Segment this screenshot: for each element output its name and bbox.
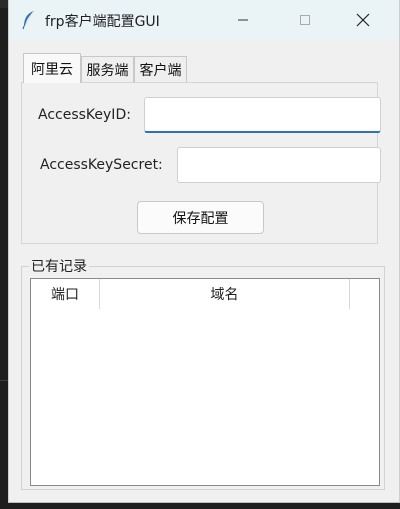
column-header-label: 域名 bbox=[210, 287, 239, 303]
column-header-domain[interactable]: 域名 bbox=[100, 279, 350, 309]
tab-panel-aliyun: AccessKeyID: AccessKeySecret: 保存配置 bbox=[21, 82, 381, 244]
access-key-id-label: AccessKeyID: bbox=[38, 107, 131, 123]
column-header-port[interactable]: 端口 bbox=[31, 279, 100, 309]
feather-icon bbox=[22, 11, 34, 30]
records-group-title: 已有记录 bbox=[29, 256, 89, 276]
background-divider bbox=[0, 380, 8, 381]
maximize-button[interactable] bbox=[282, 0, 328, 40]
tab-server[interactable]: 服务端 bbox=[81, 56, 134, 82]
tab-client[interactable]: 客户端 bbox=[134, 56, 187, 82]
minimize-icon bbox=[238, 19, 248, 21]
close-button[interactable] bbox=[340, 0, 386, 40]
records-table[interactable]: 端口 域名 bbox=[30, 278, 380, 486]
access-key-secret-label: AccessKeySecret: bbox=[40, 157, 163, 173]
title-bar[interactable]: frp客户端配置GUI bbox=[9, 0, 399, 40]
column-header-label: 端口 bbox=[51, 287, 79, 303]
close-icon bbox=[356, 13, 370, 27]
app-window: frp客户端配置GUI 阿里云 服务端 客户端 AccessKeyID: Acc… bbox=[8, 0, 400, 503]
window-title: frp客户端配置GUI bbox=[45, 14, 160, 30]
column-header-filler bbox=[350, 279, 379, 309]
access-key-id-input[interactable] bbox=[144, 97, 381, 133]
access-key-secret-input[interactable] bbox=[177, 147, 381, 183]
minimize-button[interactable] bbox=[220, 0, 266, 40]
tab-label: 阿里云 bbox=[31, 61, 73, 78]
tab-label: 客户端 bbox=[139, 62, 182, 79]
save-config-button[interactable]: 保存配置 bbox=[137, 201, 264, 234]
tab-label: 服务端 bbox=[86, 62, 129, 79]
maximize-icon bbox=[300, 15, 310, 25]
tab-aliyun[interactable]: 阿里云 bbox=[23, 53, 81, 83]
